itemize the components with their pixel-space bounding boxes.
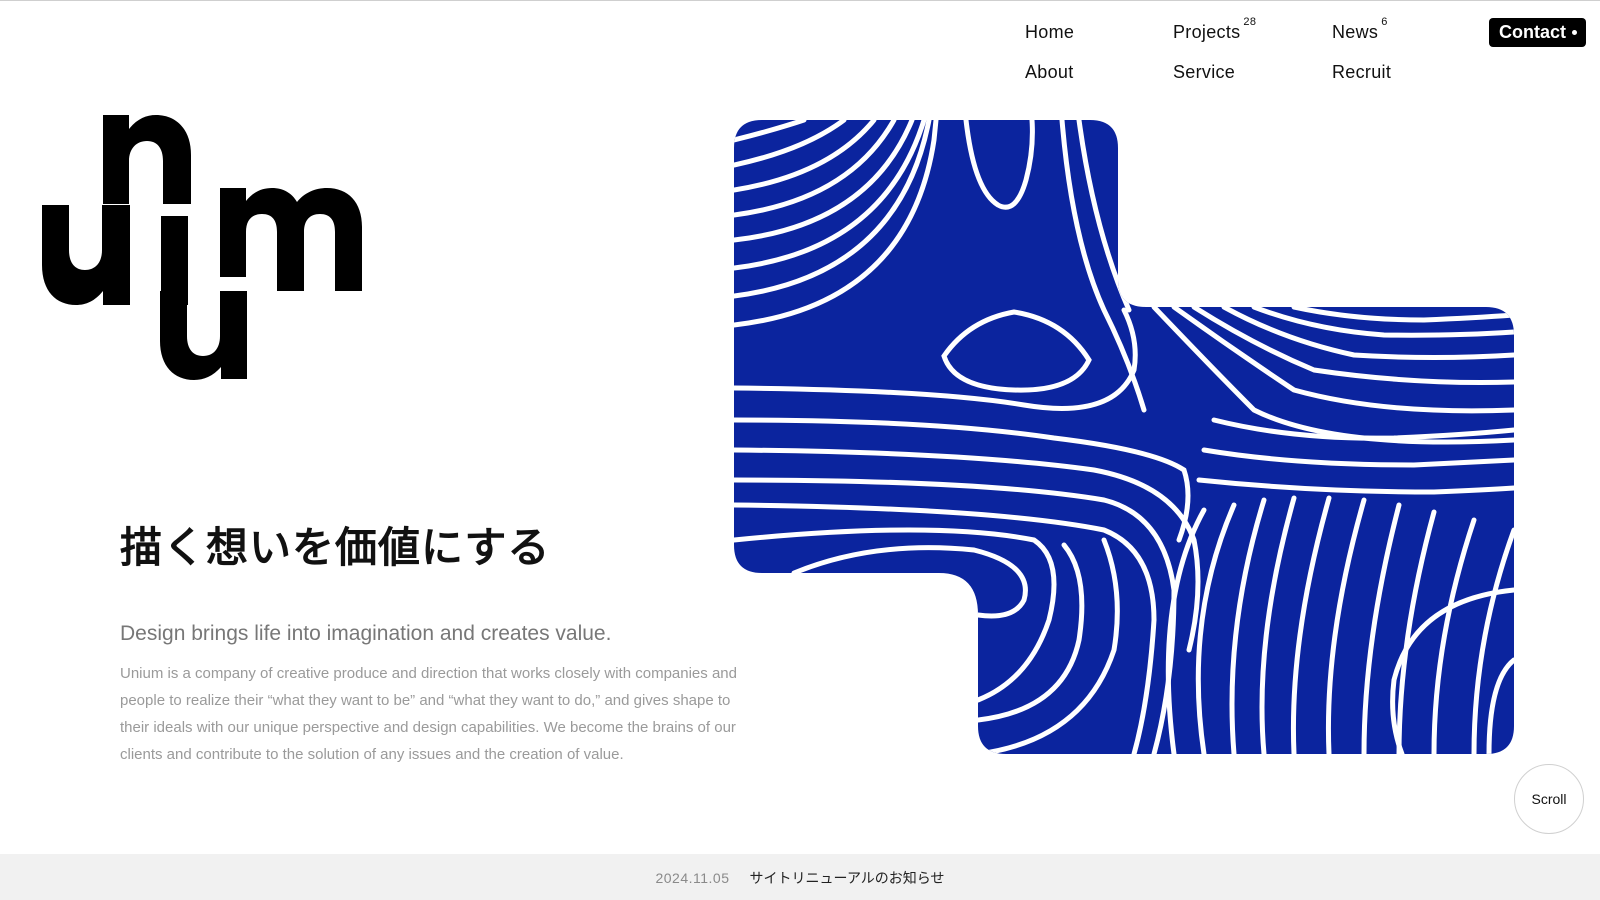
page: Home About Projects 28 Service News 6 Recr… <box>0 0 1600 900</box>
news-title-link[interactable]: サイトリニューアルのお知らせ <box>750 868 945 888</box>
hero-headline-jp: 描く想いを価値にする <box>120 523 551 572</box>
news-bar[interactable]: 2024.11.05 サイトリニューアルのお知らせ <box>0 854 1600 900</box>
nav-projects-label: Projects <box>1173 22 1241 42</box>
nav-about[interactable]: About <box>1025 62 1074 83</box>
nav-news-label: News <box>1332 22 1379 42</box>
nav-recruit-label: Recruit <box>1332 62 1392 82</box>
nav-service-label: Service <box>1173 62 1236 82</box>
nav-service[interactable]: Service <box>1173 62 1235 83</box>
news-count-badge: 6 <box>1381 16 1388 28</box>
nav-recruit[interactable]: Recruit <box>1332 62 1391 83</box>
nav-about-label: About <box>1025 62 1074 82</box>
nav-home[interactable]: Home <box>1025 22 1074 43</box>
scroll-button[interactable]: Scroll <box>1514 764 1584 834</box>
contact-button[interactable]: Contact <box>1489 18 1586 47</box>
nav-news[interactable]: News 6 <box>1332 16 1388 43</box>
topographic-pattern <box>734 120 1514 754</box>
nav-projects[interactable]: Projects 28 <box>1173 16 1256 43</box>
hero-headline-en: Design brings life into imagination and … <box>120 622 612 645</box>
news-date: 2024.11.05 <box>655 869 730 886</box>
scroll-label: Scroll <box>1531 791 1567 807</box>
contact-button-label: Contact <box>1499 22 1566 42</box>
projects-count-badge: 28 <box>1243 16 1257 28</box>
unium-logo[interactable] <box>42 115 372 391</box>
dot-icon <box>1572 30 1577 35</box>
logo-mark <box>42 115 362 380</box>
hero-graphic <box>734 120 1514 758</box>
nav-home-label: Home <box>1025 22 1075 42</box>
hero-description: Unium is a company of creative produce a… <box>120 665 737 763</box>
